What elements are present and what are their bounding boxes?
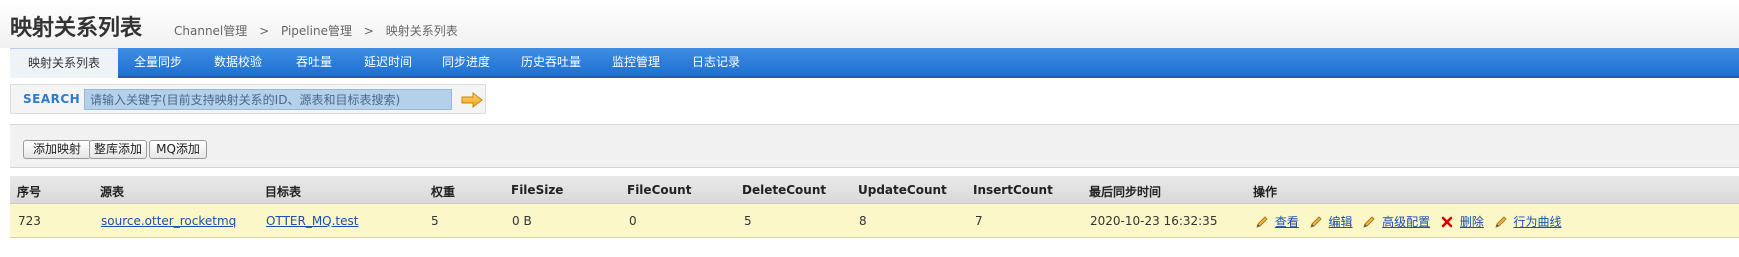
column-header-insertcount: InsertCount [973, 183, 1053, 197]
breadcrumb-separator: > [259, 24, 270, 38]
cell-insertcount: 7 [975, 214, 983, 228]
cell-weight: 5 [431, 214, 439, 228]
behavior-curve-link[interactable]: 行为曲线 [1514, 213, 1562, 230]
add-database-button[interactable]: 整库添加 [89, 140, 147, 159]
column-header-ops: 操作 [1253, 185, 1278, 199]
tab-throughput[interactable]: 吞吐量 [282, 48, 346, 76]
cell-filecount: 0 [629, 214, 637, 228]
tab-full-sync[interactable]: 全量同步 [122, 48, 194, 76]
cell-deletecount: 5 [744, 214, 752, 228]
cell-last-sync: 2020-10-23 16:32:35 [1090, 214, 1218, 228]
pencil-icon [1495, 215, 1507, 228]
action-toolbar: 添加映射 整库添加 MQ添加 [10, 124, 1739, 168]
delete-link[interactable]: 删除 [1460, 213, 1484, 230]
main-nav: 映射关系列表 全量同步 数据校验 吞吐量 延迟时间 同步进度 历史吞吐量 监控管… [10, 48, 1739, 78]
cell-filesize: 0 B [512, 214, 532, 228]
breadcrumb-current: 映射关系列表 [385, 24, 458, 38]
add-mapping-button[interactable]: 添加映射 [23, 140, 91, 159]
source-table-link[interactable]: source.otter_rocketmq [101, 214, 236, 228]
pencil-icon [1256, 215, 1268, 228]
cell-updatecount: 8 [859, 214, 867, 228]
search-input[interactable] [84, 89, 452, 110]
advanced-config-link[interactable]: 高级配置 [1382, 213, 1430, 230]
breadcrumb-channel[interactable]: Channel管理 [174, 24, 247, 38]
column-header-deletecount: DeleteCount [742, 183, 827, 197]
column-header-last-sync: 最后同步时间 [1089, 185, 1162, 199]
tab-sync-progress[interactable]: 同步进度 [430, 48, 502, 76]
view-link[interactable]: 查看 [1275, 213, 1299, 230]
column-header-source: 源表 [100, 185, 125, 199]
pencil-icon [1310, 215, 1322, 228]
page-title: 映射关系列表 [10, 16, 143, 41]
row-actions: 查看 编辑 高级配置 删除 行为曲线 [1255, 213, 1562, 229]
tab-history-throughput[interactable]: 历史吞吐量 [508, 48, 594, 76]
tab-mapping-list[interactable]: 映射关系列表 [10, 48, 118, 78]
table-header: 序号 源表 目标表 权重 FileSize FileCount DeleteCo… [10, 176, 1739, 204]
tab-monitor[interactable]: 监控管理 [600, 48, 672, 76]
pencil-icon [1363, 215, 1375, 228]
column-header-filesize: FileSize [511, 183, 564, 197]
search-bar: SEARCH [10, 84, 486, 114]
add-mq-button[interactable]: MQ添加 [149, 140, 207, 159]
column-header-id: 序号 [17, 185, 42, 199]
cell-id: 723 [18, 214, 41, 228]
search-label: SEARCH [23, 92, 81, 106]
delete-x-icon [1441, 216, 1453, 227]
tab-delay[interactable]: 延迟时间 [352, 48, 424, 76]
column-header-filecount: FileCount [627, 183, 692, 197]
arrow-right-icon[interactable] [461, 92, 483, 108]
mapping-table: 序号 源表 目标表 权重 FileSize FileCount DeleteCo… [10, 176, 1739, 240]
breadcrumb-separator: > [363, 24, 374, 38]
tab-logs[interactable]: 日志记录 [680, 48, 752, 76]
target-table-link[interactable]: OTTER_MQ.test [266, 214, 358, 228]
page-header: 映射关系列表 Channel管理 > Pipeline管理 > 映射关系列表 [0, 0, 1739, 48]
column-header-weight: 权重 [431, 185, 456, 199]
column-header-target: 目标表 [265, 185, 302, 199]
breadcrumb-pipeline[interactable]: Pipeline管理 [281, 24, 352, 38]
breadcrumb: Channel管理 > Pipeline管理 > 映射关系列表 [174, 22, 466, 39]
edit-link[interactable]: 编辑 [1329, 213, 1353, 230]
column-header-updatecount: UpdateCount [858, 183, 947, 197]
tab-data-verify[interactable]: 数据校验 [202, 48, 274, 76]
table-row: 723 source.otter_rocketmq OTTER_MQ.test … [10, 204, 1739, 238]
